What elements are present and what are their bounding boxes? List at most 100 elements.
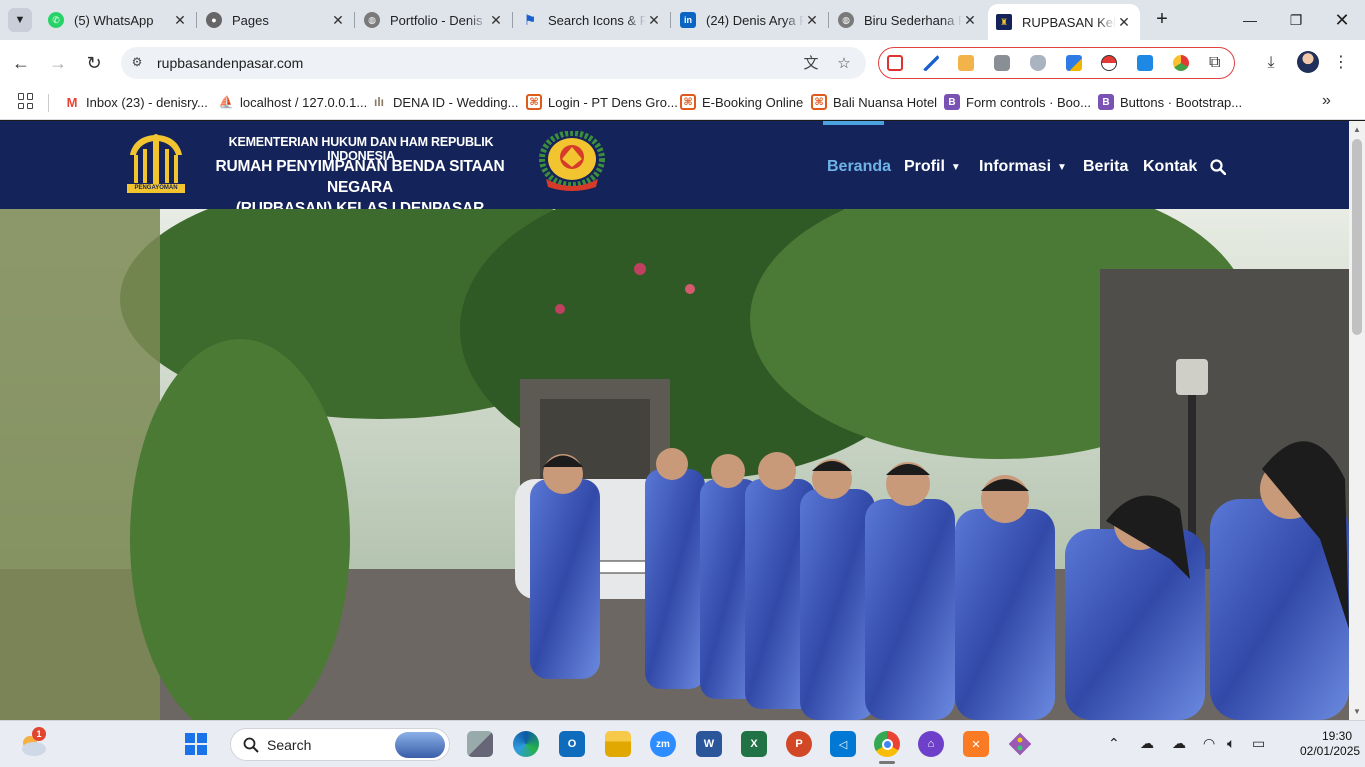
browser-menu-icon[interactable]: ⋮	[1331, 53, 1351, 73]
battery-icon[interactable]: ▭	[1252, 735, 1265, 752]
gmail-icon: M	[64, 94, 80, 110]
bookmark-item[interactable]: B Form controls · Boo...	[944, 92, 1091, 112]
close-window-button[interactable]: ✕	[1319, 0, 1365, 40]
ext-pokeball-icon[interactable]	[1101, 55, 1117, 71]
xampp-icon[interactable]: ✕	[963, 731, 989, 757]
volume-icon[interactable]: 🔈︎	[1227, 735, 1235, 752]
chevron-double-right-icon[interactable]: »	[1322, 92, 1331, 110]
menu-label: Informasi	[979, 158, 1052, 175]
menu-informasi[interactable]: Informasi ▼	[979, 158, 1067, 176]
vscode-icon[interactable]: ◁	[830, 731, 856, 757]
ext-shield-icon[interactable]	[1030, 55, 1046, 71]
bookmark-item[interactable]: ılı DENA ID - Wedding...	[371, 92, 518, 112]
ext-screenshot-icon[interactable]	[887, 55, 903, 71]
maximize-button[interactable]: ❐	[1273, 0, 1319, 40]
excel-icon[interactable]: X	[741, 731, 767, 757]
menu-kontak[interactable]: Kontak	[1143, 158, 1197, 176]
system-clock[interactable]: 19:30 02/01/2025	[1300, 729, 1360, 759]
bookmark-item[interactable]: ⌘ Login - PT Dens Gro...	[526, 92, 678, 112]
file-explorer-icon[interactable]	[605, 731, 631, 757]
menu-berita[interactable]: Berita	[1083, 158, 1128, 176]
chevron-down-icon: ▼	[950, 162, 961, 173]
tab-whatsapp[interactable]: ✆ (5) WhatsApp ✕	[40, 6, 196, 34]
close-icon[interactable]: ✕	[1116, 14, 1132, 31]
bookmark-star-icon[interactable]: ☆	[835, 55, 853, 73]
outlook-icon[interactable]: O	[559, 731, 585, 757]
bookmarks-bar: M Inbox (23) - denisry... ⛵ localhost / …	[0, 86, 1365, 120]
tray-cloud-icon[interactable]: ☁	[1140, 735, 1154, 752]
ext-docs-icon[interactable]	[1066, 55, 1082, 71]
edge-icon[interactable]	[513, 731, 539, 757]
close-icon[interactable]: ✕	[330, 12, 346, 29]
dena-icon: ılı	[371, 94, 387, 110]
bookmark-label: Bali Nuansa Hotel	[833, 94, 938, 110]
ext-pen-icon[interactable]	[923, 55, 939, 71]
clock-time: 19:30	[1321, 729, 1352, 743]
tab-linkedin[interactable]: in (24) Denis Arya F ✕	[672, 6, 828, 34]
notification-badge: 1	[32, 727, 46, 741]
git-icon[interactable]	[1007, 731, 1033, 757]
task-view-icon[interactable]	[467, 731, 493, 757]
reload-button[interactable]: ↻	[81, 50, 107, 76]
chevron-down-icon: ▼	[1057, 162, 1067, 173]
ext-colorpicker-icon[interactable]	[1173, 55, 1189, 71]
webpage: PENGAYOMAN KEMENTERIAN HUKUM DAN HAM REP…	[0, 121, 1349, 720]
menu-profil[interactable]: Profil ▼	[904, 158, 961, 176]
bracket-icon: ⌘	[680, 94, 696, 110]
tray-onedrive-icon[interactable]: ☁	[1172, 735, 1186, 752]
tab-search-icons[interactable]: ⚑ Search Icons & F ✕	[514, 6, 670, 34]
scrollbar-thumb[interactable]	[1352, 139, 1362, 335]
wifi-icon[interactable]: ◠	[1203, 735, 1215, 752]
taskbar-search-box[interactable]: Search	[230, 728, 450, 761]
bookmark-item[interactable]: ⌘ Bali Nuansa Hotel	[811, 92, 937, 112]
ext-camera-icon[interactable]	[994, 55, 1010, 71]
powerpoint-icon[interactable]: P	[786, 731, 812, 757]
page-scrollbar[interactable]: ▲ ▼	[1349, 121, 1365, 720]
restore-icon: ❐	[1289, 11, 1303, 28]
windows-start-icon[interactable]	[183, 731, 209, 757]
minimize-button[interactable]: —	[1227, 0, 1273, 40]
search-icon[interactable]	[1210, 159, 1226, 175]
search-icon	[243, 737, 259, 753]
new-tab-button[interactable]: +	[1150, 8, 1174, 32]
apps-grid-icon[interactable]	[18, 93, 34, 109]
close-icon[interactable]: ✕	[488, 12, 504, 29]
back-button[interactable]: ←	[8, 50, 34, 76]
close-icon[interactable]: ✕	[804, 12, 820, 29]
close-icon[interactable]: ✕	[646, 12, 662, 29]
close-icon[interactable]: ✕	[172, 12, 188, 29]
tab-portfolio[interactable]: ◍ Portfolio - Denis ✕	[356, 6, 512, 34]
github-desktop-icon[interactable]: ⌂	[918, 731, 944, 757]
scroll-down-arrow-icon[interactable]: ▼	[1349, 705, 1365, 719]
menu-beranda[interactable]: Beranda	[827, 158, 891, 176]
bookmark-item[interactable]: M Inbox (23) - denisry...	[64, 92, 208, 112]
bootstrap-icon: B	[944, 94, 960, 110]
bookmark-item[interactable]: ⛵ localhost / 127.0.0.1...	[218, 92, 367, 112]
ext-window-icon[interactable]	[1137, 55, 1153, 71]
tab-rupbasan[interactable]: ♜ RUPBASAN Kela ✕	[988, 4, 1140, 40]
url-text[interactable]: rupbasandenpasar.com	[157, 47, 303, 79]
tab-search-button[interactable]: ▼	[8, 8, 32, 32]
bookmark-label: Inbox (23) - denisry...	[86, 94, 208, 110]
bookmark-item[interactable]: B Buttons · Bootstrap...	[1098, 92, 1242, 112]
site-info-icon[interactable]: ⚙	[129, 55, 145, 71]
menu-label: Profil	[904, 158, 945, 175]
scroll-up-arrow-icon[interactable]: ▲	[1349, 123, 1365, 137]
ext-orange-icon[interactable]	[958, 55, 974, 71]
translate-icon[interactable]: 文	[802, 55, 820, 73]
profile-avatar[interactable]	[1297, 51, 1319, 73]
bookmark-item[interactable]: ⌘ E-Booking Online	[680, 92, 803, 112]
zoom-icon[interactable]: zm	[650, 731, 676, 757]
tab-biru-sederhana[interactable]: ◍ Biru Sederhana P ✕	[830, 6, 986, 34]
tab-pages[interactable]: ● Pages ✕	[198, 6, 354, 34]
word-icon[interactable]: W	[696, 731, 722, 757]
extensions-puzzle-icon[interactable]: ⧉	[1209, 55, 1225, 71]
forward-button[interactable]: →	[45, 50, 71, 76]
close-icon[interactable]: ✕	[962, 12, 978, 29]
search-highlight-image	[395, 732, 445, 758]
tray-chevron-up-icon[interactable]: ⌃	[1108, 735, 1120, 752]
address-bar[interactable]: ⚙ rupbasandenpasar.com 文 ☆	[121, 47, 866, 79]
downloads-icon[interactable]: ⤓	[1261, 53, 1281, 73]
chrome-icon[interactable]	[874, 731, 900, 757]
globe-icon: ◍	[364, 12, 380, 28]
